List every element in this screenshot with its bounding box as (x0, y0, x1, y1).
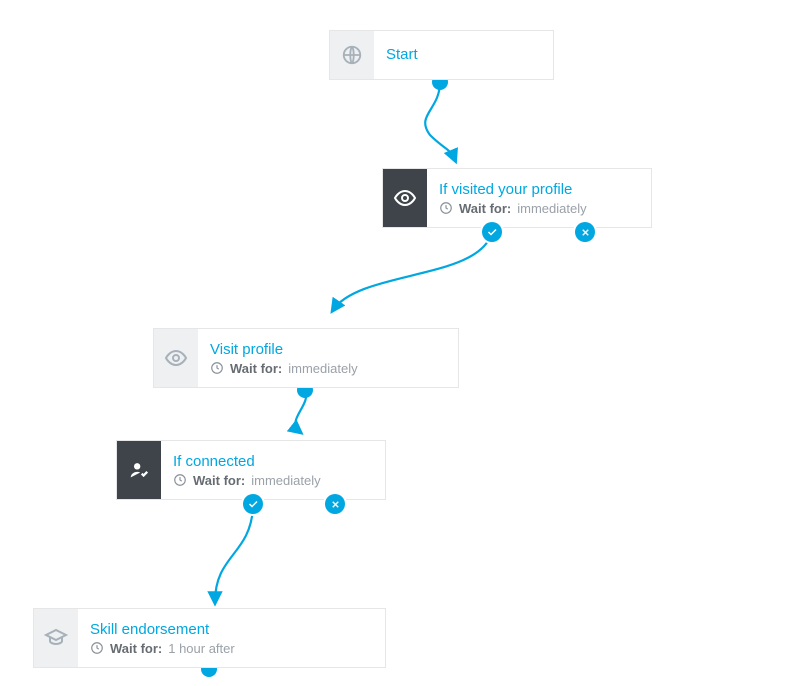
node-start-title: Start (386, 45, 418, 65)
node-if-visited-title: If visited your profile (439, 180, 587, 200)
branch-yes-badge[interactable] (482, 222, 502, 242)
node-visit-profile[interactable]: Visit profile Wait for: immediately (153, 328, 459, 388)
node-skill-endorsement[interactable]: Skill endorsement Wait for: 1 hour after (33, 608, 386, 668)
wait-label: Wait for: (459, 200, 511, 217)
node-skill-title: Skill endorsement (90, 620, 235, 640)
wait-value: immediately (517, 200, 586, 217)
node-if-connected[interactable]: If connected Wait for: immediately (116, 440, 386, 500)
wait-label: Wait for: (230, 360, 282, 377)
graduation-cap-icon (34, 609, 78, 667)
node-if-visited[interactable]: If visited your profile Wait for: immedi… (382, 168, 652, 228)
person-check-icon (117, 441, 161, 499)
branch-yes-badge[interactable] (243, 494, 263, 514)
node-start[interactable]: Start (329, 30, 554, 80)
eye-icon (383, 169, 427, 227)
wait-value: 1 hour after (168, 640, 235, 657)
node-visit-profile-title: Visit profile (210, 340, 358, 360)
clock-icon (439, 201, 453, 215)
wait-value: immediately (288, 360, 357, 377)
node-if-connected-title: If connected (173, 452, 321, 472)
branch-no-badge[interactable] (325, 494, 345, 514)
clock-icon (90, 641, 104, 655)
wait-value: immediately (251, 472, 320, 489)
clock-icon (210, 361, 224, 375)
clock-icon (173, 473, 187, 487)
globe-icon (330, 31, 374, 79)
branch-no-badge[interactable] (575, 222, 595, 242)
wait-label: Wait for: (110, 640, 162, 657)
wait-label: Wait for: (193, 472, 245, 489)
eye-icon (154, 329, 198, 387)
